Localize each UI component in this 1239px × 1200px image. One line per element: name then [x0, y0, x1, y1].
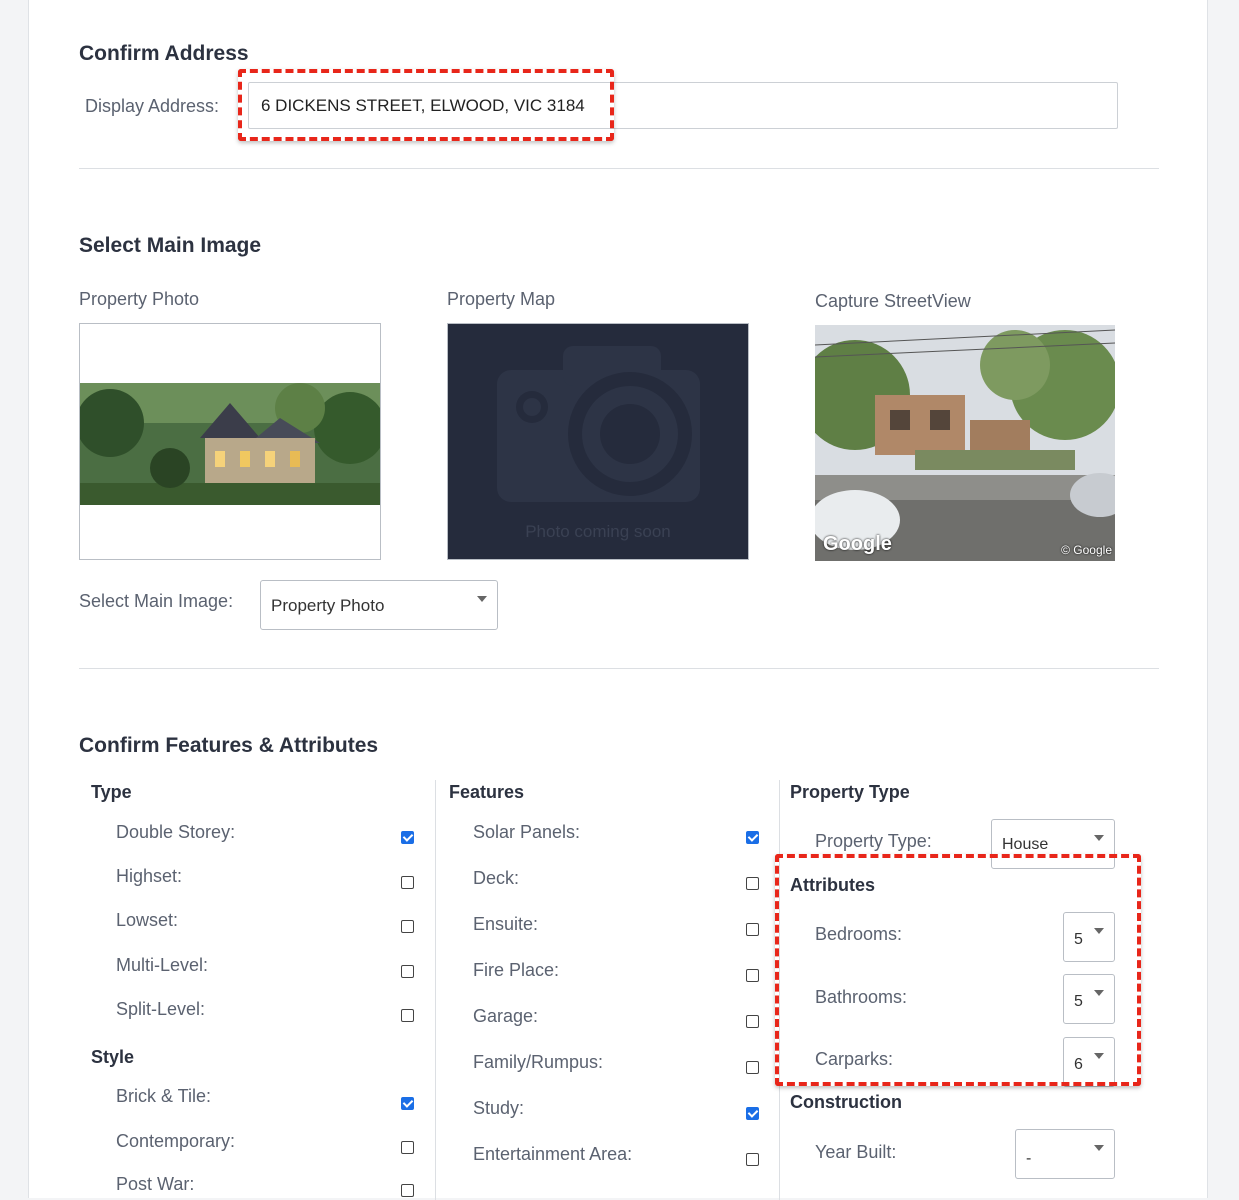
feature-item-label: Garage: — [473, 1006, 539, 1026]
property-type-label: Property Type: — [815, 831, 932, 851]
confirm-address-heading: Confirm Address — [79, 42, 249, 65]
display-address-input[interactable]: 6 DICKENS STREET, ELWOOD, VIC 3184 — [248, 82, 1118, 129]
property-map-label: Property Map — [447, 289, 556, 309]
features-attributes-heading: Confirm Features & Attributes — [79, 734, 379, 757]
fire-place-checkbox[interactable] — [746, 969, 759, 982]
type-item-label: Lowset: — [116, 910, 179, 930]
feature-item-label: Family/Rumpus: — [473, 1052, 604, 1072]
property-photo-label: Property Photo — [79, 289, 200, 309]
feature-item-label: Ensuite: — [473, 914, 539, 934]
display-address-label: Display Address: — [85, 96, 220, 116]
property-map-thumbnail[interactable]: Photo coming soon — [447, 323, 749, 560]
column-divider — [779, 780, 780, 1200]
feature-item-label: Fire Place: — [473, 960, 560, 980]
property-type-value: House — [1002, 836, 1049, 853]
type-item-label: Highset: — [116, 866, 183, 886]
type-item-label: Multi-Level: — [116, 955, 209, 975]
bathrooms-select[interactable]: 5 — [1063, 974, 1115, 1024]
google-copyright: © Google — [1061, 543, 1112, 557]
camera-icon — [497, 346, 700, 502]
deck-checkbox[interactable] — [746, 877, 759, 890]
contemporary-checkbox[interactable] — [401, 1141, 414, 1154]
study-checkbox[interactable] — [746, 1107, 759, 1120]
main-image-select-value: Property Photo — [271, 596, 385, 615]
garage-checkbox[interactable] — [746, 1015, 759, 1028]
feature-item-label: Entertainment Area: — [473, 1144, 633, 1164]
carparks-select[interactable]: 6 — [1063, 1037, 1115, 1087]
capture-streetview-label: Capture StreetView — [815, 291, 971, 311]
style-heading: Style — [91, 1047, 135, 1067]
carparks-value: 6 — [1074, 1056, 1083, 1073]
select-main-image-heading: Select Main Image — [79, 234, 262, 257]
section-divider — [79, 668, 1159, 669]
construction-heading: Construction — [790, 1092, 902, 1112]
style-item-label: Brick & Tile: — [116, 1086, 212, 1106]
carparks-label: Carparks: — [815, 1049, 894, 1069]
bedrooms-value: 5 — [1074, 931, 1083, 948]
main-image-select[interactable]: Property Photo — [260, 580, 498, 630]
type-heading: Type — [91, 782, 132, 802]
year-built-value: - — [1026, 1150, 1032, 1167]
style-item-label: Post War: — [116, 1174, 195, 1194]
streetview-image — [815, 325, 1115, 561]
split-level-checkbox[interactable] — [401, 1009, 414, 1022]
post-war-checkbox[interactable] — [401, 1184, 414, 1197]
ensuite-checkbox[interactable] — [746, 923, 759, 936]
highset-checkbox[interactable] — [401, 876, 414, 889]
entertainment-area-checkbox[interactable] — [746, 1153, 759, 1166]
chevron-down-icon — [1094, 928, 1104, 934]
chevron-down-icon — [1094, 835, 1104, 841]
double-storey-checkbox[interactable] — [401, 831, 414, 844]
type-item-label: Double Storey: — [116, 822, 236, 842]
select-main-image-label: Select Main Image: — [79, 591, 234, 611]
family-rumpus-checkbox[interactable] — [746, 1061, 759, 1074]
multi-level-checkbox[interactable] — [401, 965, 414, 978]
chevron-down-icon — [1094, 1145, 1104, 1151]
year-built-select[interactable]: - — [1015, 1129, 1115, 1179]
bathrooms-label: Bathrooms: — [815, 987, 908, 1007]
year-built-label: Year Built: — [815, 1142, 897, 1162]
chevron-down-icon — [1094, 1053, 1104, 1059]
lowset-checkbox[interactable] — [401, 920, 414, 933]
section-divider — [79, 168, 1159, 169]
bedrooms-select[interactable]: 5 — [1063, 912, 1115, 962]
property-type-heading: Property Type — [790, 782, 910, 802]
feature-item-label: Deck: — [473, 868, 520, 888]
brick-tile-checkbox[interactable] — [401, 1097, 414, 1110]
features-heading: Features — [449, 782, 525, 802]
chevron-down-icon — [1094, 990, 1104, 996]
streetview-thumbnail[interactable]: Google © Google — [815, 325, 1115, 561]
house-photo-image — [80, 383, 380, 505]
google-watermark: Google — [823, 533, 892, 555]
property-photo-thumbnail[interactable] — [79, 323, 381, 560]
solar-panels-checkbox[interactable] — [746, 831, 759, 844]
feature-item-label: Study: — [473, 1098, 525, 1118]
type-item-label: Split-Level: — [116, 999, 206, 1019]
bathrooms-value: 5 — [1074, 993, 1083, 1010]
bedrooms-label: Bedrooms: — [815, 924, 903, 944]
feature-item-label: Solar Panels: — [473, 822, 581, 842]
chevron-down-icon — [477, 596, 487, 602]
photo-coming-soon-text: Photo coming soon — [525, 522, 671, 541]
property-type-select[interactable]: House — [991, 819, 1115, 869]
column-divider — [435, 780, 436, 1200]
style-item-label: Contemporary: — [116, 1131, 236, 1151]
attributes-heading: Attributes — [790, 875, 875, 895]
